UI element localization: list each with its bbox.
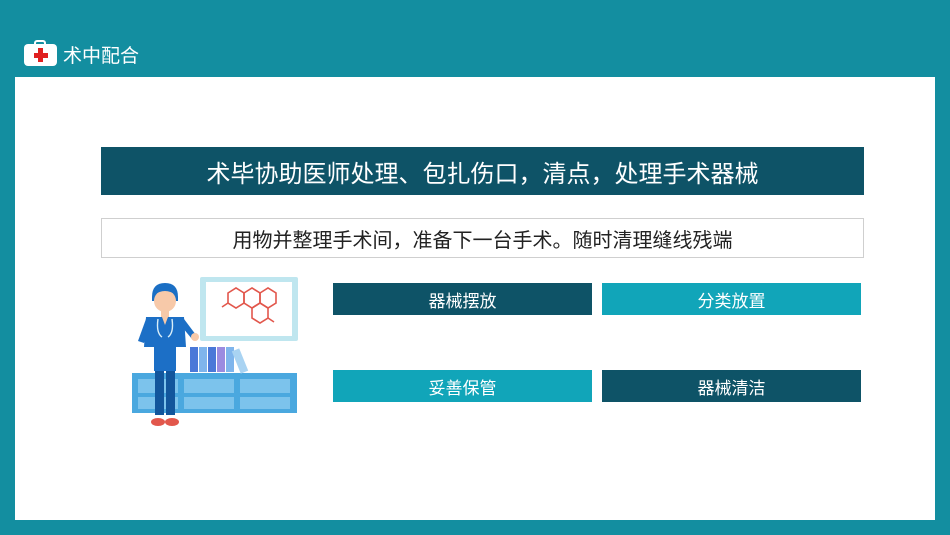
nurse-illustration — [132, 277, 298, 426]
binders — [190, 347, 249, 374]
subtitle-box: 用物并整理手术间，准备下一台手术。随时清理缝线残端 — [101, 218, 864, 258]
subtitle-text: 用物并整理手术间，准备下一台手术。随时清理缝线残端 — [232, 227, 733, 252]
header-title: 术中配合 — [63, 45, 140, 67]
tag-proper-storage: 妥善保管 — [333, 370, 592, 402]
tag-classified-placement: 分类放置 — [602, 283, 861, 315]
tag-label: 器械清洁 — [697, 378, 766, 399]
tag-label: 妥善保管 — [428, 378, 497, 399]
medical-kit-icon — [24, 40, 57, 66]
main-title-bar: 术毕协助医师处理、包扎伤口，清点，处理手术器械 — [101, 147, 864, 195]
main-title: 术毕协助医师处理、包扎伤口，清点，处理手术器械 — [206, 159, 759, 188]
tag-instrument-cleaning: 器械清洁 — [602, 370, 861, 402]
tag-label: 器械摆放 — [428, 291, 497, 312]
header-bar: 术中配合 — [0, 0, 950, 77]
tag-instrument-arrangement: 器械摆放 — [333, 283, 592, 315]
tag-label: 分类放置 — [697, 291, 766, 312]
